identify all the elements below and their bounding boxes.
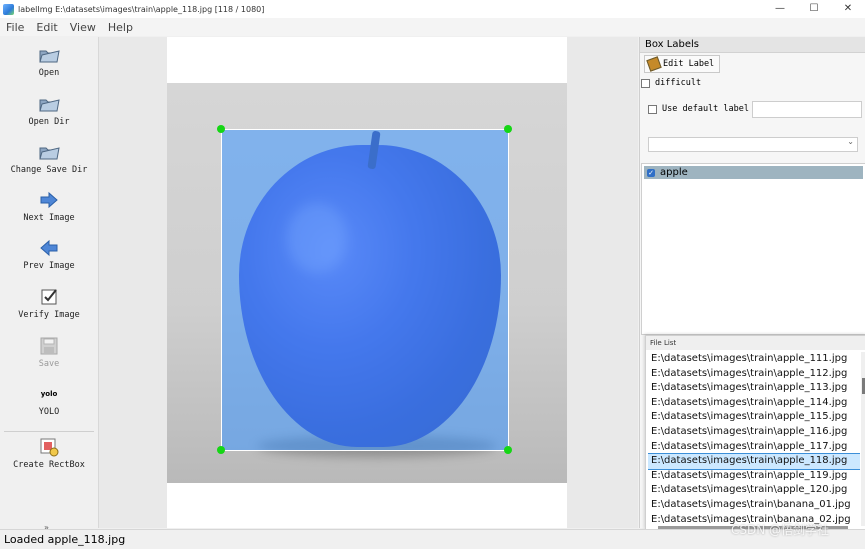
bounding-box[interactable]: [221, 129, 509, 451]
folder-open-icon: [39, 147, 60, 160]
checkbox-checked-icon[interactable]: ✓: [647, 168, 655, 177]
edit-label-button[interactable]: Edit Label: [644, 55, 720, 73]
save-label: Save: [38, 359, 60, 369]
label-list: ✓ apple: [641, 163, 865, 335]
watermark: CSDN @悟剑学社: [731, 523, 830, 537]
difficult-label: difficult: [655, 78, 702, 88]
file-list-item[interactable]: E:\datasets\images\train\apple_115.jpg: [648, 410, 860, 425]
folder-open-icon: [39, 99, 60, 112]
pencil-icon: [646, 56, 662, 72]
difficult-checkbox-row[interactable]: difficult: [641, 78, 701, 88]
next-image-label: Next Image: [23, 213, 75, 223]
use-default-label-checkbox[interactable]: [648, 104, 657, 114]
box-labels-title: Box Labels: [640, 37, 865, 53]
open-button[interactable]: Open: [0, 45, 98, 78]
folder-open-icon: [39, 50, 60, 63]
change-save-dir-label: Change Save Dir: [10, 165, 88, 175]
file-list-item[interactable]: E:\datasets\images\train\apple_119.jpg: [648, 469, 860, 484]
edit-label-text: Edit Label: [663, 59, 715, 69]
bbox-handle-top-right[interactable]: [504, 125, 512, 133]
label-combo-box[interactable]: ⌄: [648, 137, 858, 152]
yolo-icon: yolo: [40, 390, 58, 398]
file-list-item[interactable]: E:\datasets\images\train\apple_120.jpg: [648, 483, 860, 498]
create-rectbox-label: Create RectBox: [13, 460, 85, 470]
label-name: apple: [660, 167, 688, 178]
title-bar: labelImg E:\datasets\images\train\apple_…: [0, 0, 865, 19]
status-text: Loaded apple_118.jpg: [4, 533, 126, 546]
file-list-title: File List: [646, 336, 865, 350]
bbox-handle-bottom-right[interactable]: [504, 446, 512, 454]
file-list-item[interactable]: E:\datasets\images\train\apple_111.jpg: [648, 352, 860, 367]
arrow-right-icon: [40, 191, 58, 209]
chevron-down-icon: ⌄: [847, 137, 854, 146]
labelimg-app-icon: [3, 3, 14, 15]
menu-edit[interactable]: Edit: [30, 21, 63, 34]
file-list-item[interactable]: E:\datasets\images\train\apple_116.jpg: [648, 425, 860, 440]
default-label-input[interactable]: [752, 101, 862, 118]
next-image-button[interactable]: Next Image: [0, 190, 98, 223]
bbox-handle-top-left[interactable]: [217, 125, 225, 133]
left-toolbar: Open Open Dir Change Save Dir Next Image…: [0, 37, 99, 532]
open-label: Open: [38, 68, 60, 78]
menu-bar: File Edit View Help: [0, 18, 865, 36]
use-default-label-row[interactable]: Use default label: [648, 104, 749, 114]
close-button[interactable]: ✕: [831, 0, 865, 18]
menu-view[interactable]: View: [64, 21, 102, 34]
bbox-handle-bottom-left[interactable]: [217, 446, 225, 454]
file-list-item[interactable]: E:\datasets\images\train\banana_01.jpg: [648, 498, 860, 513]
menu-help[interactable]: Help: [102, 21, 139, 34]
verify-image-button[interactable]: Verify Image: [0, 287, 98, 320]
file-list-item[interactable]: E:\datasets\images\train\apple_112.jpg: [648, 367, 860, 382]
file-list-scrollbar[interactable]: [861, 352, 865, 526]
verify-image-label: Verify Image: [18, 310, 80, 320]
prev-image-label: Prev Image: [23, 261, 75, 271]
checkbox-check-icon: [41, 289, 57, 305]
rect-box-icon: [40, 438, 59, 457]
save-button[interactable]: Save: [0, 336, 98, 369]
minimize-button[interactable]: —: [763, 0, 797, 18]
file-list: E:\datasets\images\train\apple_111.jpg E…: [648, 352, 860, 526]
maximize-button[interactable]: ☐: [797, 0, 831, 18]
use-default-label-text: Use default label: [662, 104, 749, 114]
file-list-item[interactable]: E:\datasets\images\train\apple_113.jpg: [648, 381, 860, 396]
list-item[interactable]: ✓ apple: [644, 166, 863, 179]
file-list-panel: File List E:\datasets\images\train\apple…: [645, 335, 865, 530]
menu-file[interactable]: File: [0, 21, 30, 34]
toolbar-divider: [4, 431, 94, 432]
open-dir-button[interactable]: Open Dir: [0, 94, 98, 127]
difficult-checkbox[interactable]: [641, 78, 650, 88]
image-canvas[interactable]: [99, 37, 638, 528]
prev-image-button[interactable]: Prev Image: [0, 238, 98, 271]
window-title: labelImg E:\datasets\images\train\apple_…: [18, 4, 265, 14]
file-list-item[interactable]: E:\datasets\images\train\apple_114.jpg: [648, 396, 860, 411]
create-rectbox-button[interactable]: Create RectBox: [0, 437, 98, 470]
window-controls: — ☐ ✕: [763, 0, 865, 18]
yolo-label: YOLO: [38, 407, 60, 417]
yolo-format-button[interactable]: yolo YOLO: [0, 387, 98, 417]
open-dir-label: Open Dir: [28, 117, 70, 127]
change-save-dir-button[interactable]: Change Save Dir: [0, 142, 98, 175]
arrow-left-icon: [40, 239, 58, 257]
floppy-disk-icon: [40, 337, 58, 355]
file-list-item[interactable]: E:\datasets\images\train\apple_118.jpg: [648, 453, 860, 470]
file-list-item[interactable]: E:\datasets\images\train\apple_117.jpg: [648, 440, 860, 455]
